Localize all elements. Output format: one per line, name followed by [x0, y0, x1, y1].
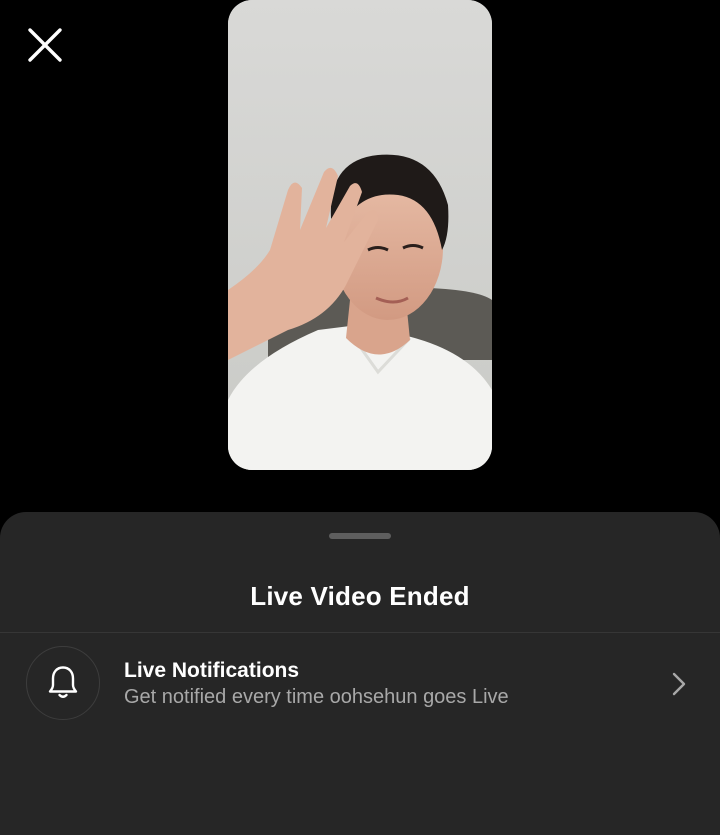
- chevron-right-icon: [668, 671, 690, 697]
- bell-icon: [48, 666, 78, 698]
- video-thumbnail-image: [228, 0, 492, 470]
- live-ended-sheet: Live Video Ended Live Notifications Get …: [0, 512, 720, 835]
- close-icon: [28, 28, 62, 62]
- sheet-title: Live Video Ended: [250, 581, 470, 611]
- notification-subtitle: Get notified every time oohsehun goes Li…: [124, 686, 509, 708]
- live-ended-screen: Live Video Ended Live Notifications Get …: [0, 0, 720, 835]
- sheet-grabber[interactable]: [329, 533, 391, 539]
- close-button[interactable]: [24, 24, 66, 66]
- live-notifications-row[interactable]: Live Notifications Get notified every ti…: [0, 633, 720, 735]
- notification-title: Live Notifications: [124, 659, 300, 682]
- bell-icon-container: [26, 646, 100, 720]
- live-video-thumbnail: [228, 0, 492, 470]
